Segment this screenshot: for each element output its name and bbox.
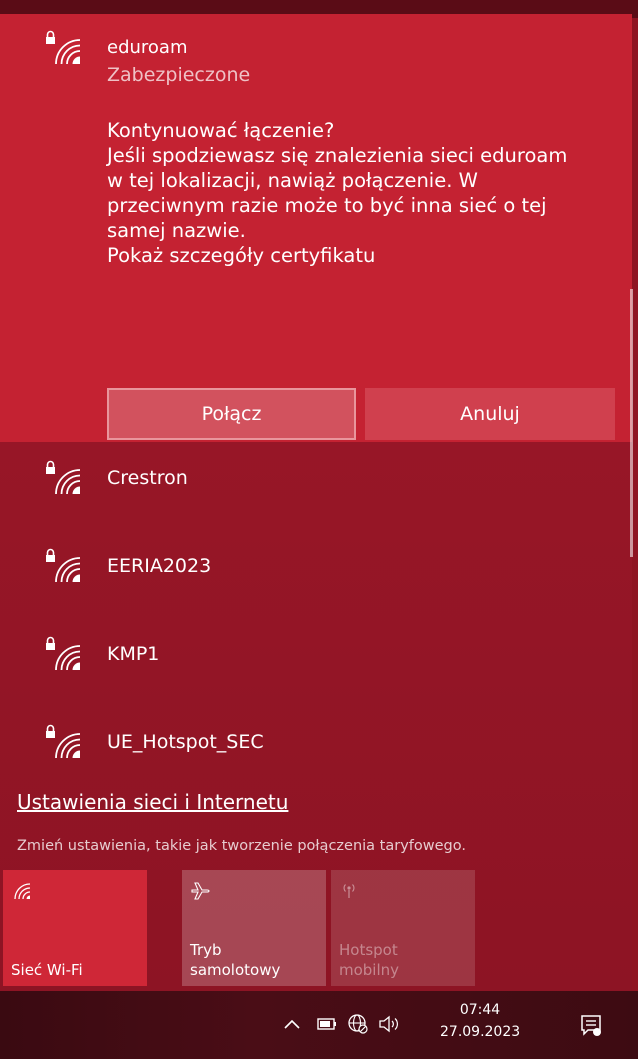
network-security-status: Zabezpieczone [107, 64, 251, 86]
network-globe-icon[interactable] [347, 1013, 369, 1035]
network-name: UE_Hotspot_SEC [107, 731, 264, 753]
clock-time: 07:44 [459, 1002, 501, 1018]
prompt-text-line: w tej lokalizacji, nawiąż połączenie. W [107, 169, 478, 192]
network-flyout: eduroam Zabezpieczone Kontynuować łączen… [0, 14, 633, 991]
network-list-item[interactable]: EERIA2023 [0, 530, 632, 618]
show-certificate-link[interactable]: Pokaż szczegóły certyfikatu [107, 243, 612, 268]
network-name: KMP1 [107, 643, 160, 665]
secured-wifi-icon [46, 30, 81, 65]
network-settings-link[interactable]: Ustawienia sieci i Internetu [17, 790, 288, 814]
cancel-button[interactable]: Anuluj [365, 388, 615, 440]
wifi-icon [14, 883, 31, 900]
wifi-toggle-tile[interactable]: Sieć Wi-Fi [3, 870, 147, 986]
secured-wifi-icon [46, 460, 81, 495]
secured-wifi-icon [46, 724, 81, 759]
secured-wifi-icon [46, 548, 81, 583]
prompt-text-line: Jeśli spodziewasz się znalezienia sieci … [107, 144, 568, 167]
chevron-up-icon[interactable] [283, 1017, 301, 1031]
network-list-item[interactable]: UE_Hotspot_SEC [0, 706, 632, 794]
airplane-icon [191, 882, 210, 900]
prompt-text-line: przeciwnym razie może to być inna sieć o… [107, 194, 547, 217]
airplane-label-line: Tryb [190, 941, 222, 959]
network-name: Crestron [107, 467, 188, 489]
hotspot-label-line: mobilny [339, 961, 400, 979]
wifi-tile-label: Sieć Wi-Fi [11, 961, 83, 979]
volume-icon[interactable] [378, 1014, 402, 1034]
secured-wifi-icon [46, 636, 81, 671]
battery-icon[interactable] [317, 1016, 337, 1032]
network-name: EERIA2023 [107, 555, 212, 577]
prompt-text-line: samej nazwie. [107, 219, 246, 242]
airplane-mode-tile[interactable]: Tryb samolotowy [182, 870, 326, 986]
taskbar-clock[interactable]: 07:44 27.09.2023 [440, 999, 520, 1043]
notification-icon[interactable] [579, 1013, 603, 1037]
taskbar: 07:44 27.09.2023 [0, 991, 638, 1059]
network-list-item[interactable]: KMP1 [0, 618, 632, 706]
hotspot-icon [343, 884, 355, 898]
mobile-hotspot-tile[interactable]: Hotspot mobilny [331, 870, 475, 986]
clock-date: 27.09.2023 [440, 1024, 521, 1040]
network-name: eduroam [107, 37, 188, 58]
airplane-label-line: samolotowy [190, 961, 281, 979]
network-list-item[interactable]: Crestron [0, 442, 632, 530]
prompt-question: Kontynuować łączenie? [107, 119, 335, 142]
expanded-network-eduroam[interactable]: eduroam Zabezpieczone Kontynuować łączen… [0, 14, 632, 442]
hotspot-tile-label: Hotspot mobilny [339, 940, 399, 980]
network-settings-description: Zmień ustawienia, takie jak tworzenie po… [17, 838, 466, 854]
hotspot-label-line: Hotspot [339, 941, 398, 959]
airplane-tile-label: Tryb samolotowy [190, 940, 280, 980]
connect-prompt: Kontynuować łączenie? Jeśli spodziewasz … [107, 118, 612, 268]
connect-button[interactable]: Połącz [107, 388, 356, 440]
